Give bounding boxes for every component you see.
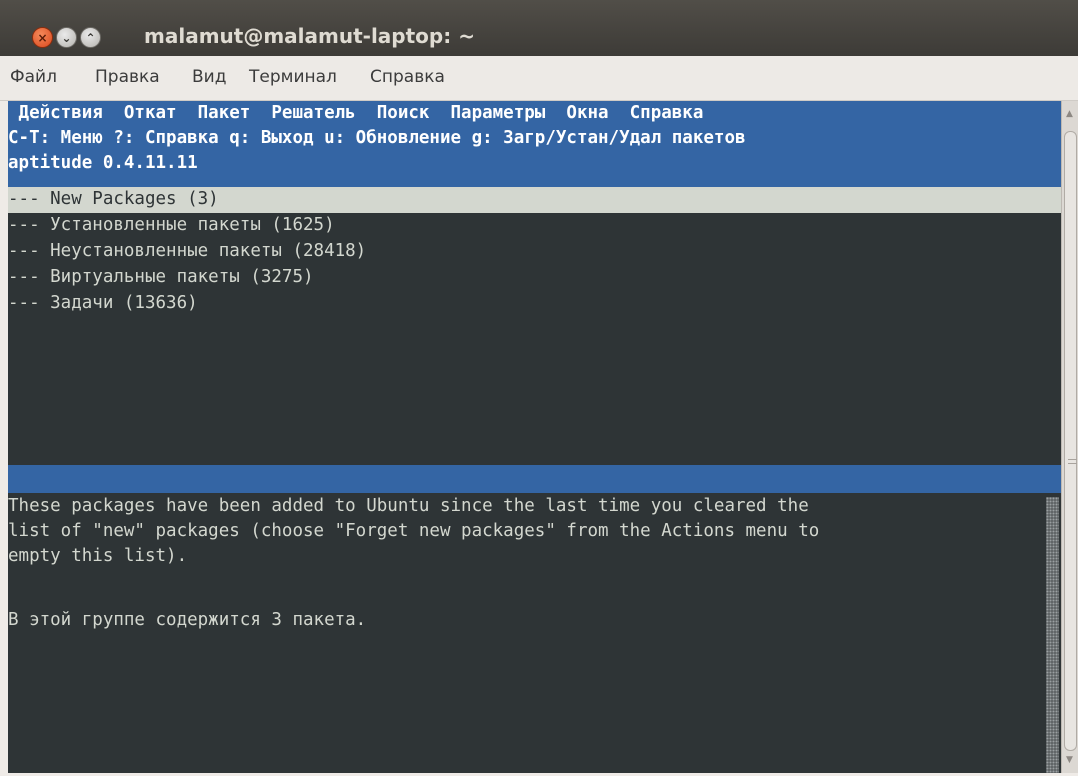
- menu-terminal[interactable]: Терминал: [249, 67, 337, 87]
- aptitude-menu-line[interactable]: Действия Откат Пакет Решатель Поиск Пара…: [8, 101, 1061, 126]
- aptitude-hint-line: C-T: Меню ?: Справка q: Выход u: Обновле…: [8, 126, 1061, 151]
- minimize-button[interactable]: ⌄: [56, 27, 77, 48]
- package-group-installed[interactable]: --- Установленные пакеты (1625): [8, 213, 1061, 238]
- description-line-3: empty this list).: [8, 546, 188, 566]
- menu-edit[interactable]: Правка: [95, 67, 160, 87]
- minimize-icon: ⌄: [61, 30, 72, 45]
- description-line-4: [8, 569, 1061, 594]
- menu-file[interactable]: Файл: [10, 67, 57, 87]
- grip-icon: [1068, 459, 1077, 464]
- package-group-not-installed[interactable]: --- Неустановленные пакеты (28418): [8, 239, 1061, 264]
- maximize-button[interactable]: ⌃: [80, 27, 101, 48]
- terminal-window: × ⌄ ⌃ malamut@malamut-laptop: ~ Файл Пра…: [0, 0, 1078, 776]
- package-group-new[interactable]: --- New Packages (3): [8, 187, 1061, 213]
- scrollbar-thumb[interactable]: [1064, 131, 1077, 751]
- description-line-1: These packages have been added to Ubuntu…: [8, 496, 809, 516]
- pane-divider: [8, 465, 1061, 493]
- group-count-text: В этой группе содержится 3 пакета.: [8, 610, 367, 630]
- close-button[interactable]: ×: [32, 27, 53, 48]
- terminal-scrollbar[interactable]: ▲ ▼: [1061, 101, 1078, 773]
- description-line-2: list of "new" packages (choose "Forget n…: [8, 521, 820, 541]
- close-icon: ×: [37, 30, 48, 45]
- window-title: malamut@malamut-laptop: ~: [144, 24, 475, 48]
- package-group-tasks[interactable]: --- Задачи (13636): [8, 291, 1061, 316]
- scroll-up-icon[interactable]: ▲: [1066, 109, 1073, 119]
- scroll-down-icon[interactable]: ▼: [1066, 755, 1073, 765]
- aptitude-version-line: aptitude 0.4.11.11: [8, 151, 1061, 187]
- menu-view[interactable]: Вид: [192, 67, 226, 87]
- terminal-area[interactable]: Действия Откат Пакет Решатель Поиск Пара…: [8, 101, 1061, 773]
- title-bar[interactable]: × ⌄ ⌃ malamut@malamut-laptop: ~: [0, 0, 1078, 56]
- maximize-icon: ⌃: [85, 30, 96, 45]
- menu-help[interactable]: Справка: [370, 67, 445, 87]
- package-group-virtual[interactable]: --- Виртуальные пакеты (3275): [8, 265, 1061, 290]
- menu-bar: Файл Правка Вид Терминал Справка: [0, 56, 1078, 101]
